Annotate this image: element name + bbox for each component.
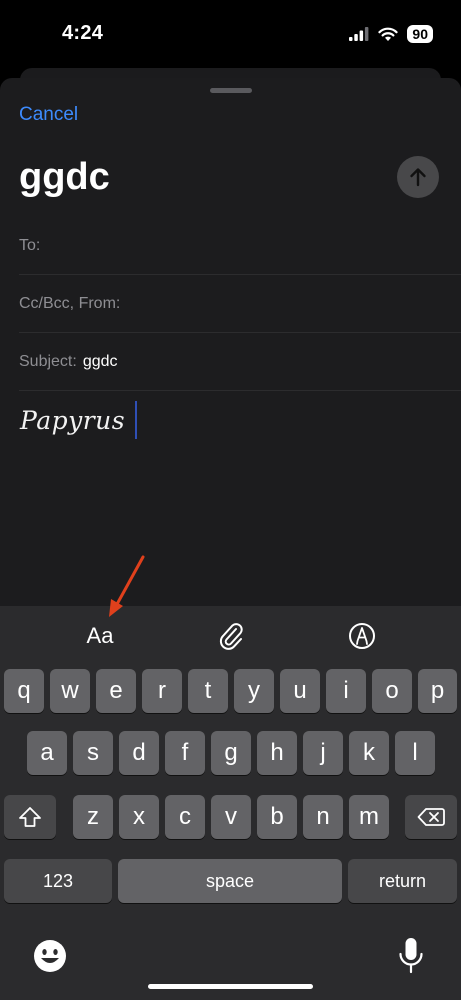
- paperclip-icon: [219, 623, 243, 650]
- key-p[interactable]: p: [418, 669, 457, 713]
- cc-bcc-from-label: Cc/Bcc, From:: [19, 295, 121, 312]
- key-m[interactable]: m: [349, 795, 389, 839]
- microphone-icon: [399, 938, 423, 974]
- key-e[interactable]: e: [96, 669, 136, 713]
- battery-indicator: 90: [407, 25, 433, 43]
- status-time: 4:24: [62, 22, 104, 44]
- numbers-key[interactable]: 123: [4, 859, 112, 903]
- wifi-icon: [378, 27, 399, 41]
- key-d[interactable]: d: [119, 731, 159, 775]
- delete-key[interactable]: [405, 795, 457, 839]
- key-h[interactable]: h: [257, 731, 297, 775]
- key-z[interactable]: z: [73, 795, 113, 839]
- to-field[interactable]: To:: [19, 218, 461, 275]
- home-indicator[interactable]: [148, 984, 313, 989]
- key-g[interactable]: g: [211, 731, 251, 775]
- key-v[interactable]: v: [211, 795, 251, 839]
- status-icons: 90: [349, 24, 433, 44]
- key-r[interactable]: r: [142, 669, 182, 713]
- key-i[interactable]: i: [326, 669, 366, 713]
- subject-value[interactable]: ggdc: [83, 353, 118, 371]
- key-l[interactable]: l: [395, 731, 435, 775]
- message-body[interactable]: Papyrus: [20, 400, 138, 440]
- cellular-signal-icon: [349, 27, 369, 41]
- key-c[interactable]: c: [165, 795, 205, 839]
- key-u[interactable]: u: [280, 669, 320, 713]
- cancel-button[interactable]: Cancel: [19, 104, 78, 126]
- delete-backspace-icon: [417, 808, 445, 826]
- subject-field[interactable]: Subject: ggdc: [19, 334, 461, 391]
- subject-label: Subject:: [19, 353, 77, 370]
- message-body-text: Papyrus: [20, 405, 126, 435]
- return-key[interactable]: return: [348, 859, 457, 903]
- text-cursor: [135, 401, 138, 439]
- key-o[interactable]: o: [372, 669, 412, 713]
- sheet-grabber[interactable]: [210, 88, 252, 93]
- compose-title: ggdc: [19, 156, 110, 198]
- to-label: To:: [19, 237, 41, 254]
- space-key[interactable]: space: [118, 859, 342, 903]
- keyboard-bottom-bar: [0, 936, 461, 986]
- emoji-button[interactable]: [32, 938, 68, 974]
- key-q[interactable]: q: [4, 669, 44, 713]
- markup-pen-icon: [349, 623, 375, 649]
- keyboard: Aa q w e r t y u i o p a s d f g h j k l…: [0, 606, 461, 1000]
- key-x[interactable]: x: [119, 795, 159, 839]
- key-n[interactable]: n: [303, 795, 343, 839]
- emoji-icon: [34, 940, 66, 972]
- key-f[interactable]: f: [165, 731, 205, 775]
- key-s[interactable]: s: [73, 731, 113, 775]
- dictation-button[interactable]: [397, 936, 425, 976]
- key-b[interactable]: b: [257, 795, 297, 839]
- format-button[interactable]: Aa: [78, 618, 122, 654]
- shift-icon: [19, 807, 41, 827]
- key-y[interactable]: y: [234, 669, 274, 713]
- cc-bcc-from-field[interactable]: Cc/Bcc, From:: [19, 276, 461, 333]
- keyboard-toolbar: Aa: [0, 606, 461, 666]
- attach-button[interactable]: [212, 618, 252, 654]
- markup-button[interactable]: [344, 618, 380, 654]
- shift-key[interactable]: [4, 795, 56, 839]
- arrow-up-icon: [410, 168, 426, 187]
- key-w[interactable]: w: [50, 669, 90, 713]
- key-a[interactable]: a: [27, 731, 67, 775]
- key-k[interactable]: k: [349, 731, 389, 775]
- key-t[interactable]: t: [188, 669, 228, 713]
- key-j[interactable]: j: [303, 731, 343, 775]
- send-button[interactable]: [397, 156, 439, 198]
- status-bar: 4:24 90: [0, 0, 461, 70]
